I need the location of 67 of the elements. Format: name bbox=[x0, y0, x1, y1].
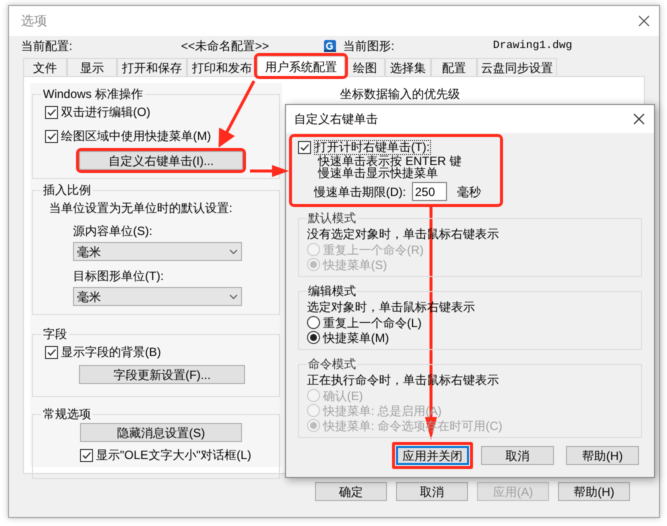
drawing-label: 当前图形: bbox=[343, 38, 396, 55]
drawing-name: Drawing1.dwg bbox=[493, 38, 572, 54]
checkbox-label: 双击进行编辑(O) bbox=[61, 104, 150, 121]
field-label: 源内容单位(S): bbox=[73, 223, 154, 240]
tab[interactable]: 打开和保存 bbox=[117, 58, 187, 76]
tab[interactable]: 绘图 bbox=[345, 58, 385, 76]
group-title: 命令模式 bbox=[307, 356, 357, 373]
checkbox-label: 绘图区域中使用快捷菜单(M) bbox=[61, 128, 211, 145]
tab[interactable]: 用户系统配置 bbox=[257, 56, 345, 76]
checkbox[interactable] bbox=[45, 106, 58, 118]
checkbox-label: 打开计时右键单击(T): bbox=[314, 140, 431, 155]
checkbox[interactable] bbox=[45, 346, 58, 358]
tab[interactable]: 云盘同步设置 bbox=[477, 58, 557, 76]
field-label: 慢速单击期限(D): bbox=[314, 184, 406, 200]
arrow bbox=[250, 164, 290, 178]
field-label: 目标图形单位(T): bbox=[73, 268, 165, 285]
button[interactable]: 隐藏消息设置(S) bbox=[80, 423, 242, 442]
checkbox-label: 显示"OLE文字大小"对话框(L) bbox=[96, 447, 252, 464]
input-field[interactable]: 250 bbox=[412, 182, 447, 201]
profile-label: 当前配置: bbox=[21, 38, 74, 55]
radio-button[interactable] bbox=[307, 316, 320, 329]
checkbox[interactable] bbox=[80, 448, 93, 462]
radio-label: 重复上一个命令(R) bbox=[323, 242, 424, 258]
tab[interactable]: 文件 bbox=[23, 58, 67, 76]
button[interactable]: 帮助(H) bbox=[558, 482, 630, 501]
group-title: 坐标数据输入的优先级 bbox=[340, 87, 460, 101]
button[interactable]: 自定义右键单击(I)... bbox=[79, 151, 243, 170]
checkbox-label: 显示字段的背景(B) bbox=[61, 344, 161, 361]
chevron-down-icon bbox=[229, 248, 238, 254]
button[interactable]: 应用并关闭 bbox=[396, 446, 469, 465]
close-icon bbox=[637, 14, 651, 28]
unit-label: 毫秒 bbox=[457, 184, 481, 200]
file-icon bbox=[323, 39, 337, 53]
note-text: 当单位设置为无单位时的默认设置: bbox=[49, 200, 234, 217]
radio-label: 快捷菜单(M) bbox=[323, 330, 389, 346]
button[interactable]: 确定 bbox=[315, 482, 387, 501]
window-title: 选项 bbox=[21, 12, 47, 30]
radio-label: 快捷菜单(S) bbox=[323, 256, 387, 274]
group-title: 常规选项 bbox=[42, 406, 92, 423]
checkbox[interactable] bbox=[298, 141, 311, 154]
group-title: 默认模式 bbox=[307, 210, 357, 227]
tab[interactable]: 显示 bbox=[67, 58, 117, 76]
radio-label: 重复上一个命令(L) bbox=[323, 314, 422, 332]
dropdown-value: 毫米 bbox=[77, 288, 101, 306]
button[interactable]: 字段更新设置(F)... bbox=[79, 365, 245, 384]
hint-text: 慢速单击显示快捷菜单 bbox=[318, 167, 439, 179]
group-title: 编辑模式 bbox=[307, 283, 357, 300]
checkbox[interactable] bbox=[45, 130, 58, 142]
button[interactable]: 取消 bbox=[396, 482, 468, 501]
tab[interactable]: 打印和发布 bbox=[187, 58, 257, 76]
tab[interactable]: 选择集 bbox=[385, 58, 431, 76]
chevron-down-icon bbox=[229, 294, 238, 300]
button[interactable]: 帮助(H) bbox=[566, 446, 639, 465]
group-title: Windows 标准操作 bbox=[42, 86, 144, 103]
window-title: 自定义右键单击 bbox=[294, 111, 378, 128]
radio-button[interactable] bbox=[307, 331, 320, 344]
tab[interactable]: 配置 bbox=[431, 58, 477, 76]
radio-label: 确认(E) bbox=[323, 388, 363, 404]
button[interactable]: 取消 bbox=[481, 446, 554, 465]
dropdown[interactable]: 毫米 bbox=[73, 242, 242, 261]
dropdown-value: 毫米 bbox=[77, 244, 101, 260]
group-title: 插入比例 bbox=[42, 182, 92, 199]
group-title: 字段 bbox=[42, 326, 68, 343]
profile-name: <<未命名配置>> bbox=[181, 38, 270, 55]
close-icon bbox=[632, 112, 646, 126]
dropdown[interactable]: 毫米 bbox=[73, 287, 242, 306]
hint-text: 快速单击表示按 ENTER 键 bbox=[318, 155, 462, 167]
